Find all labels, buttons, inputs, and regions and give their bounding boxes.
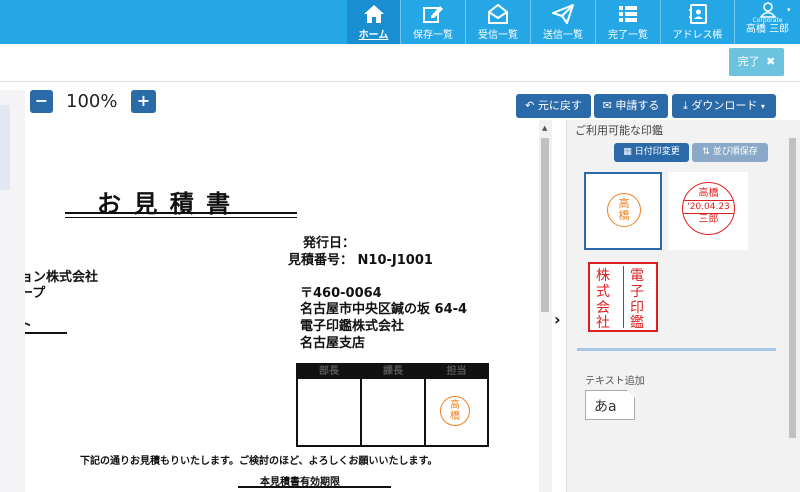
doc-message: 下記の通りお見積もりいたします。ご検討のほど、よろしくお願いいたします。	[80, 456, 438, 467]
seal-option-1[interactable]: 高 橋	[584, 172, 662, 250]
edit-icon	[423, 6, 443, 23]
done-label: 完了	[737, 55, 760, 68]
date-stamp-change-button[interactable]: ▦ 日付印変更	[614, 143, 689, 162]
done-button[interactable]: 完了 ✖	[729, 48, 784, 76]
inbox-icon	[488, 4, 508, 24]
nav-sent-label: 送信一覧	[543, 30, 583, 41]
panel-divider	[577, 348, 776, 351]
nav-saved[interactable]: 保存一覧	[401, 0, 465, 44]
envelope-icon: ✉	[602, 99, 612, 112]
seal-option-3[interactable]: 電 子 印 鑑 株 式 会 社	[584, 256, 662, 336]
stamp-header-staff: 担当	[446, 366, 467, 377]
panel-title: ご利用可能な印鑑	[575, 124, 663, 137]
seal-3-ch7: 社	[596, 315, 610, 331]
send-icon	[552, 4, 574, 24]
action-bar	[0, 44, 800, 82]
placed-seal-char2: 橋	[450, 411, 460, 422]
zoom-level: 100%	[66, 91, 118, 112]
seal-3-ch0: 電	[630, 268, 644, 284]
nav-sent[interactable]: 送信一覧	[531, 0, 595, 44]
close-icon: ✖	[766, 55, 776, 68]
seal-3-ch6: 会	[596, 300, 610, 316]
nav-address-book-label: アドレス帳	[672, 30, 723, 41]
zoom-in-button[interactable]: +	[131, 90, 156, 113]
seal-2-stamp: 高橋 '20.04.23 三郎	[682, 182, 735, 235]
seal-3-ch1: 子	[630, 284, 644, 300]
nav-completed[interactable]: 完了一覧	[596, 0, 660, 44]
user-type: Corporate	[752, 17, 783, 24]
seal-panel: ご利用可能な印鑑 ▦ 日付印変更 ⇅ 並び順保存 高 橋 高橋 '20.04.2…	[566, 120, 800, 492]
top-navigation: ホーム 保存一覧 受信一覧 送信一覧 完了一覧 アドレス帳 ▾ Corporat…	[0, 0, 800, 44]
seal-3-ch5: 式	[596, 284, 610, 300]
zoom-out-button[interactable]: −	[30, 90, 53, 113]
nav-saved-label: 保存一覧	[413, 30, 453, 41]
seal-3-stamp: 電 子 印 鑑 株 式 会 社	[588, 262, 658, 332]
undo-icon: ↶	[525, 99, 535, 112]
nav-home-label: ホーム	[358, 30, 389, 41]
text-add-label: テキスト追加	[585, 376, 645, 387]
minus-icon: −	[34, 91, 49, 110]
scroll-up-icon: ▲	[542, 124, 548, 132]
branch-name: 名古屋支店	[300, 336, 366, 351]
chevron-down-icon: ▾	[787, 6, 791, 14]
seal-1-stamp: 高 橋	[607, 193, 641, 227]
nav-inbox-label: 受信一覧	[478, 30, 518, 41]
plus-icon: +	[136, 91, 151, 110]
apply-button[interactable]: ✉ 申請する	[594, 94, 668, 118]
user-menu[interactable]: ▾ Corporate 高橋 三郎	[735, 0, 800, 44]
nav-home[interactable]: ホーム	[347, 0, 400, 44]
undo-label: 元に戻す	[537, 99, 582, 112]
apply-label: 申請する	[615, 99, 660, 112]
list-icon	[619, 6, 637, 22]
download-icon: ⤓	[683, 99, 688, 112]
undo-button[interactable]: ↶ 元に戻す	[516, 94, 591, 118]
seal-2-bottom: 三郎	[698, 214, 719, 225]
text-add-button[interactable]: あa	[585, 390, 635, 420]
seal-option-2[interactable]: 高橋 '20.04.23 三郎	[668, 172, 748, 250]
stamp-header-director: 部長	[319, 366, 339, 377]
sort-save-button[interactable]: ⇅ 並び順保存	[692, 143, 768, 162]
panel-toggle-arrow[interactable]: ›	[554, 310, 561, 329]
document-viewer[interactable]: お 見 積 書 発行日： 見積番号： N10-J1001 ョン株式会社 ープ ト…	[25, 120, 539, 492]
document-scrollbar[interactable]: ▲	[539, 120, 552, 492]
seal-2-top: 高橋	[698, 188, 719, 199]
left-sidebar	[0, 90, 25, 492]
customer-dept: ープ	[25, 286, 46, 301]
quote-number: 見積番号： N10-J1001	[288, 253, 433, 268]
panel-scrollbar[interactable]	[785, 120, 800, 492]
customer-person: ト	[25, 318, 33, 333]
download-label: ダウンロード	[691, 99, 758, 112]
stamp-header-manager: 課長	[383, 366, 403, 377]
seal-1-char2: 橋	[618, 209, 630, 222]
seal-2-date: '20.04.23	[683, 200, 734, 214]
seal-3-ch4: 株	[596, 268, 610, 284]
home-icon	[363, 5, 384, 23]
calendar-icon: ▦	[623, 147, 632, 157]
address-book-icon	[688, 4, 707, 24]
text-sample: あa	[594, 399, 617, 415]
user-name: 高橋 三郎	[745, 24, 790, 35]
placed-seal[interactable]: 高 橋	[440, 396, 470, 426]
nav-address-book[interactable]: アドレス帳	[661, 0, 734, 44]
stamp-table: 部長 課長 担当 高 橋	[296, 363, 489, 447]
seal-3-ch3: 鑑	[630, 315, 644, 331]
sort-save-label: 並び順保存	[712, 147, 758, 157]
nav-completed-label: 完了一覧	[608, 30, 648, 41]
seal-3-ch2: 印	[630, 300, 644, 316]
placed-seal-char1: 高	[450, 400, 460, 411]
user-icon	[758, 2, 777, 18]
caret-down-icon: ▾	[760, 102, 765, 111]
date-stamp-label: 日付印変更	[634, 147, 680, 157]
sort-icon: ⇅	[702, 147, 710, 157]
download-button[interactable]: ⤓ ダウンロード ▾	[672, 94, 776, 118]
nav-inbox[interactable]: 受信一覧	[466, 0, 530, 44]
